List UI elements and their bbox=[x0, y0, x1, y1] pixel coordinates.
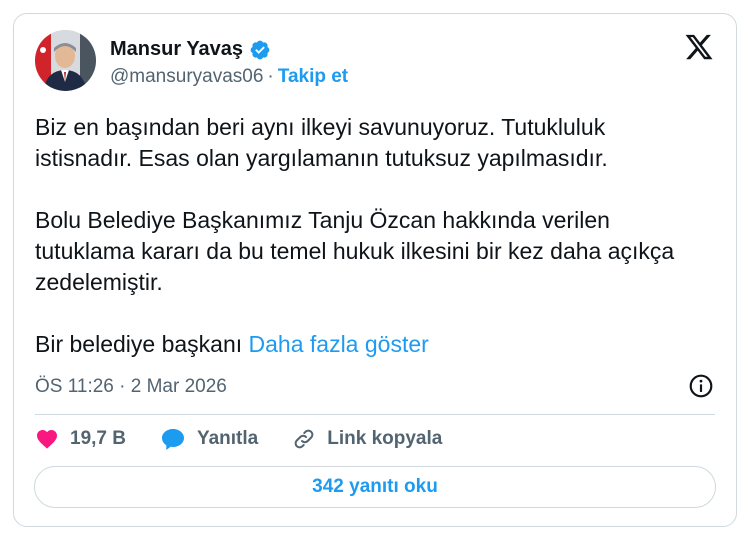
author-handle[interactable]: @mansuryavas06 bbox=[110, 66, 263, 88]
info-icon[interactable] bbox=[688, 373, 714, 399]
read-replies-button[interactable]: 342 yanıtı oku bbox=[34, 466, 716, 508]
follow-button[interactable]: Takip et bbox=[278, 66, 348, 88]
read-replies-label: 342 yanıtı oku bbox=[312, 476, 438, 497]
show-more-link[interactable]: Daha fazla göster bbox=[249, 331, 429, 357]
separator-dot: · bbox=[267, 66, 274, 87]
tweet-card: Mansur Yavaş @mansuryavas06 · Takip et B… bbox=[13, 13, 737, 527]
tweet-text: Biz en başından beri aynı ilkeyi savunuy… bbox=[35, 112, 705, 360]
speech-bubble-icon bbox=[161, 429, 184, 450]
x-logo-icon[interactable] bbox=[684, 32, 714, 62]
divider bbox=[35, 414, 715, 415]
author-row: Mansur Yavaş bbox=[110, 38, 271, 61]
reply-button[interactable]: Yanıtla bbox=[160, 427, 258, 451]
copy-link-label: Link kopyala bbox=[327, 428, 443, 449]
tweet-timestamp[interactable]: ÖS 11:26 · 2 Mar 2026 bbox=[35, 376, 227, 398]
avatar[interactable] bbox=[35, 30, 96, 91]
copy-link-button[interactable]: Link kopyala bbox=[292, 427, 442, 451]
tweet-body: Biz en başından beri aynı ilkeyi savunuy… bbox=[35, 114, 675, 357]
author-name[interactable]: Mansur Yavaş bbox=[110, 38, 243, 61]
link-icon bbox=[294, 429, 314, 449]
heart-icon bbox=[37, 430, 57, 449]
action-bar: 19,7 B Yanıtla Link kopyala bbox=[35, 427, 476, 451]
like-button[interactable]: 19,7 B bbox=[35, 427, 126, 451]
avatar-image bbox=[35, 30, 96, 91]
like-count: 19,7 B bbox=[70, 428, 126, 449]
reply-label: Yanıtla bbox=[196, 428, 259, 449]
handle-row: @mansuryavas06 · Takip et bbox=[110, 66, 348, 88]
verified-badge-icon bbox=[250, 40, 270, 59]
